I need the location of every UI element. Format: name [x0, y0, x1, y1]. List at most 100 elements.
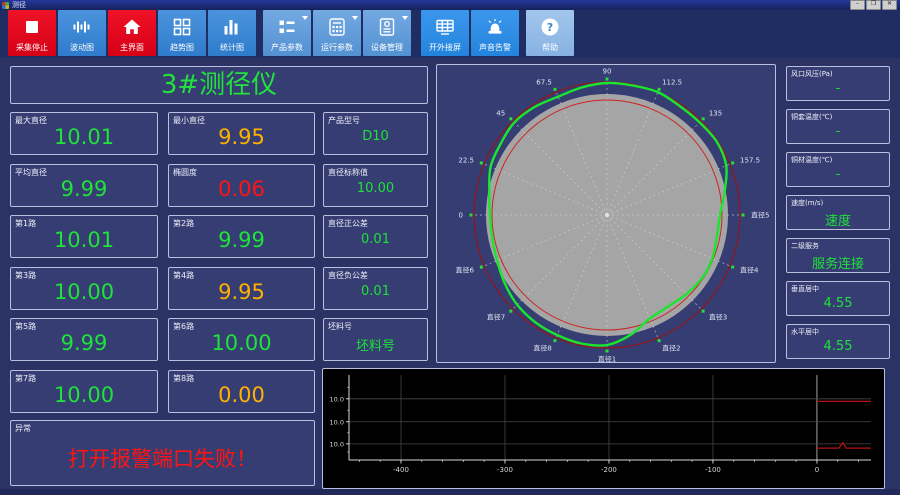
field-label: 直径标称值 — [328, 167, 368, 177]
title-bar: 测径 – ❐ ✕ — [0, 0, 900, 10]
polar-profile-panel: 90 112.5 135 157.5 直径5 直径4 直径3 直径2 直径1 直径8 直径7 直径6 0… — [436, 64, 776, 364]
field-value: 0.01 — [361, 232, 390, 247]
svg-text:直径1: 直径1 — [598, 355, 616, 363]
field-label: 产品型号 — [328, 116, 360, 125]
svg-text:0: 0 — [815, 466, 819, 474]
status-column: 风口风压(Pa) - 铜套温度(℃) - 铜材温度(℃) - 速度(m/s) 速度 二级服务 服务… — [786, 66, 890, 359]
close-button[interactable]: ✕ — [882, 0, 897, 10]
measurement-column-2: 最小直径 9.95 椭圆度 0.06 第2路 9.99 第4路 9.95 第6路 10.00 第8路… — [168, 112, 315, 413]
svg-text:?: ? — [547, 21, 553, 34]
help-icon: ? — [541, 18, 559, 36]
svg-text:-300: -300 — [497, 466, 513, 474]
toolbar-button-label: 波动图 — [70, 43, 94, 52]
field-value: 9.95 — [218, 279, 265, 304]
toolbar-button-label: 主界面 — [120, 43, 144, 52]
toolbar-button-label: 统计图 — [220, 43, 244, 52]
svg-text:45: 45 — [496, 110, 505, 118]
home-icon — [123, 19, 141, 34]
field-value: 10.00 — [356, 180, 395, 196]
window-title: 测径 — [12, 1, 26, 9]
field-第3路: 第3路 10.00 — [10, 266, 158, 310]
field-第1路: 第1路 10.01 — [10, 215, 158, 258]
toolbar-button-label: 运行参数 — [321, 43, 353, 52]
app-icon — [2, 1, 9, 9]
svg-text:直径4: 直径4 — [740, 266, 759, 275]
field-value: 10.00 — [53, 382, 115, 407]
toolbar-button-帮助[interactable]: ? 帮助 — [526, 10, 574, 56]
svg-text:90: 90 — [603, 68, 612, 76]
field-value: 坯料号 — [355, 339, 395, 354]
field-垂直居中: 垂直居中 4.55 — [786, 281, 890, 316]
svg-text:10.0: 10.0 — [330, 418, 344, 426]
minimize-button[interactable]: – — [850, 0, 865, 10]
field-label: 直径负公差 — [328, 270, 368, 280]
toolbar-button-运行参数[interactable]: 运行参数 — [313, 10, 361, 56]
field-label: 铜套温度(℃) — [791, 113, 833, 121]
field-第2路: 第2路 9.99 — [168, 215, 315, 258]
toolbar-button-产品参数[interactable]: 产品参数 — [263, 10, 311, 56]
field-value: 10.01 — [53, 228, 115, 252]
toolbar-button-设备管理[interactable]: 设备管理 — [363, 10, 411, 56]
chevron-down-icon — [402, 16, 408, 20]
toolbar: 采集停止 波动图 主界面 趋势图 统计图 产品参数 运行参数 设备管理 开外接屏 声音告警? 帮助 — [0, 10, 900, 58]
chevron-down-icon — [352, 16, 358, 20]
field-value: 9.95 — [218, 125, 265, 149]
polar-profile-chart: 90 112.5 135 157.5 直径5 直径4 直径3 直径2 直径1 直径8 直径7 直径6 0… — [455, 68, 769, 364]
toolbar-button-波动图[interactable]: 波动图 — [58, 10, 106, 56]
svg-text:22.5: 22.5 — [458, 156, 474, 164]
toolbar-button-主界面[interactable]: 主界面 — [108, 10, 156, 56]
field-label: 铜材温度(℃) — [791, 156, 833, 164]
field-label: 坯料号 — [328, 322, 352, 331]
field-坯料号: 坯料号 坯料号 — [323, 318, 428, 361]
field-第5路: 第5路 9.99 — [10, 318, 158, 361]
svg-text:直径2: 直径2 — [662, 344, 680, 353]
toolbar-button-开外接屏[interactable]: 开外接屏 — [421, 10, 469, 56]
field-value: 9.99 — [60, 176, 108, 201]
field-铜材温度(℃): 铜材温度(℃) - — [786, 152, 890, 187]
field-value: - — [835, 124, 841, 139]
toolbar-button-label: 设备管理 — [371, 43, 403, 52]
toolbar-button-趋势图[interactable]: 趋势图 — [158, 10, 206, 56]
toolbar-button-label: 帮助 — [542, 43, 558, 52]
field-最小直径: 最小直径 9.95 — [168, 112, 315, 155]
toolbar-button-声音告警[interactable]: 声音告警 — [471, 10, 519, 56]
toolbar-button-采集停止[interactable]: 采集停止 — [8, 10, 56, 56]
svg-text:157.5: 157.5 — [740, 156, 760, 164]
svg-text:112.5: 112.5 — [662, 78, 682, 86]
field-铜套温度(℃): 铜套温度(℃) - — [786, 109, 890, 144]
external-screen-icon — [436, 19, 454, 35]
field-value: 0.06 — [218, 176, 265, 201]
field-第8路: 第8路 0.00 — [168, 369, 315, 413]
toolbar-button-label: 采集停止 — [16, 43, 48, 52]
parameter-column: 产品型号 D10 直径标称值 10.00 直径正公差 0.01 直径负公差 0.01 坯料号 坯料… — [323, 112, 428, 361]
field-value: 9.99 — [218, 228, 265, 252]
field-value: 0.00 — [218, 382, 265, 407]
gauge-title: 3#测径仪 — [10, 66, 428, 104]
field-value: 0.01 — [361, 283, 390, 299]
toolbar-button-label: 声音告警 — [479, 43, 511, 52]
field-产品型号: 产品型号 D10 — [323, 112, 428, 155]
field-value: 9.99 — [60, 331, 108, 355]
svg-text:直径7: 直径7 — [487, 312, 505, 321]
stop-icon — [26, 21, 38, 33]
svg-text:直径6: 直径6 — [455, 266, 474, 275]
toolbar-button-label: 趋势图 — [170, 43, 194, 52]
maximize-button[interactable]: ❐ — [866, 0, 881, 10]
toolbar-button-label: 开外接屏 — [429, 43, 461, 52]
trend-chart: 10.0 10.0 10.0 -400 -300 -200 -100 0 — [330, 375, 871, 474]
field-value: 服务连接 — [811, 257, 864, 272]
field-速度(m/s): 速度(m/s) 速度 — [786, 195, 890, 230]
field-value: - — [835, 81, 841, 96]
svg-text:10.0: 10.0 — [330, 395, 344, 403]
field-value: - — [835, 167, 841, 182]
svg-text:直径5: 直径5 — [751, 211, 769, 220]
svg-text:135: 135 — [709, 110, 722, 118]
sound-alarm-icon — [488, 19, 502, 34]
field-value: 10.00 — [53, 279, 115, 304]
svg-text:10.0: 10.0 — [330, 440, 344, 448]
window-bottom-edge — [0, 489, 900, 495]
toolbar-button-统计图[interactable]: 统计图 — [208, 10, 256, 56]
field-value: 10.00 — [211, 331, 272, 355]
field-value: 速度 — [824, 214, 851, 229]
field-label: 风口风压(Pa) — [791, 70, 833, 78]
